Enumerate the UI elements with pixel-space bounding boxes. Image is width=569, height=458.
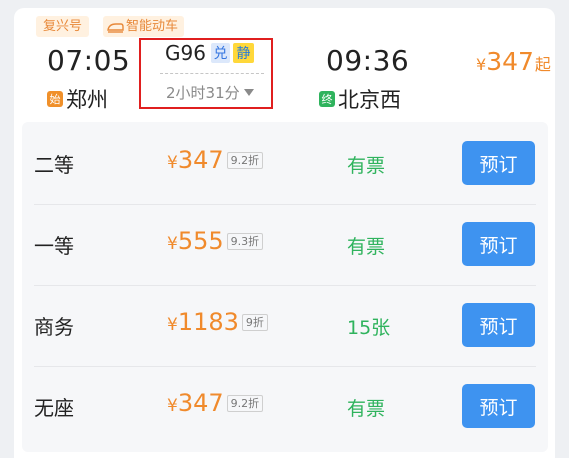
seat-availability: 有票 — [347, 398, 386, 420]
departure-station-name: 郑州 — [66, 88, 108, 112]
terminal-badge: 终 — [319, 91, 335, 107]
book-button[interactable]: 预订 — [462, 303, 535, 347]
seat-price: ¥ 555 9.3折 — [167, 227, 264, 255]
duration-toggle[interactable]: 2小时31分 — [166, 82, 254, 103]
min-price-currency: ¥ — [476, 55, 487, 74]
smart-train-label: 智能动车 — [126, 19, 179, 34]
seat-availability: 有票 — [347, 155, 386, 177]
seat-availability: 15张 — [347, 317, 391, 339]
book-button[interactable]: 预订 — [462, 384, 535, 428]
exchange-tag: 兑 — [211, 43, 230, 63]
arrival-station-name: 北京西 — [338, 88, 401, 112]
book-button[interactable]: 预订 — [462, 141, 535, 185]
seat-price: ¥ 1183 9折 — [167, 308, 268, 336]
discount-badge: 9.2折 — [226, 151, 264, 169]
seat-row: 一等 ¥ 555 9.3折 有票 预订 — [22, 203, 548, 284]
seat-price-amount: 1183 — [177, 308, 239, 336]
seat-price: ¥ 347 9.2折 — [167, 389, 264, 417]
min-price: ¥ 347 起 — [476, 47, 551, 76]
seat-price-currency: ¥ — [167, 153, 178, 173]
origin-badge: 始 — [47, 91, 63, 107]
seat-row: 商务 ¥ 1183 9折 15张 预订 — [22, 284, 548, 365]
seat-class: 一等 — [34, 234, 74, 258]
train-icon — [107, 21, 124, 33]
seat-list: 二等 ¥ 347 9.2折 有票 预订 一等 ¥ 555 9.3折 有票 预订 … — [22, 122, 548, 452]
departure-time: 07:05 — [47, 44, 131, 77]
quiet-car-tag: 静 — [233, 43, 254, 63]
discount-badge: 9.3折 — [226, 232, 264, 250]
seat-price-amount: 347 — [177, 146, 224, 174]
seat-price: ¥ 347 9.2折 — [167, 146, 264, 174]
route-divider — [160, 73, 264, 74]
train-number: G96 — [165, 41, 206, 65]
book-button[interactable]: 预订 — [462, 222, 535, 266]
seat-price-amount: 347 — [177, 389, 224, 417]
fuxing-tag: 复兴号 — [36, 16, 90, 37]
seat-row: 无座 ¥ 347 9.2折 有票 预订 — [22, 365, 548, 446]
arrival-station: 终 北京西 — [319, 84, 401, 114]
smart-train-tag: 智能动车 — [103, 16, 185, 37]
seat-price-currency: ¥ — [167, 234, 178, 254]
caret-down-icon — [243, 89, 254, 96]
seat-availability: 有票 — [347, 236, 386, 258]
seat-price-currency: ¥ — [167, 396, 178, 416]
min-price-suffix: 起 — [534, 55, 551, 74]
discount-badge: 9折 — [241, 313, 268, 331]
seat-class: 商务 — [34, 315, 74, 339]
seat-price-amount: 555 — [177, 227, 224, 255]
seat-price-currency: ¥ — [167, 315, 178, 335]
duration-text: 2小时31分 — [166, 84, 240, 102]
min-price-amount: 347 — [486, 47, 534, 76]
departure-station: 始 郑州 — [47, 84, 108, 114]
seat-row: 二等 ¥ 347 9.2折 有票 预订 — [22, 122, 548, 203]
discount-badge: 9.2折 — [226, 394, 264, 412]
arrival-time: 09:36 — [326, 44, 410, 77]
seat-class: 无座 — [34, 396, 74, 420]
seat-class: 二等 — [34, 153, 74, 177]
